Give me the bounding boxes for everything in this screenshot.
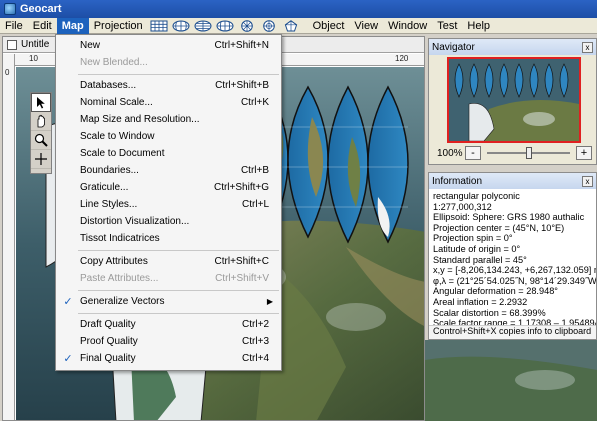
menu-item-generalize-vectors[interactable]: ✓ Generalize Vectors ▶ — [56, 293, 281, 310]
menu-separator — [78, 250, 279, 251]
app-title: Geocart — [20, 3, 62, 15]
navigator-title: Navigator — [432, 41, 475, 53]
menu-separator — [78, 74, 279, 75]
zoom-in-button[interactable]: + — [576, 146, 592, 160]
menu-item-databases[interactable]: Databases... Ctrl+Shift+B — [56, 77, 281, 94]
information-footer: Control+Shift+X copies info to clipboard — [429, 325, 596, 339]
ruler-label: 120 — [395, 54, 409, 63]
menu-item-boundaries[interactable]: Boundaries... Ctrl+B — [56, 162, 281, 179]
checkmark-icon: ✓ — [63, 353, 73, 365]
background-map-area — [425, 340, 597, 421]
menu-item-copy-attributes[interactable]: Copy Attributes Ctrl+Shift+C — [56, 253, 281, 270]
zoom-out-button[interactable]: - — [465, 146, 481, 160]
app-title-bar: Geocart — [0, 0, 597, 18]
menu-separator — [78, 290, 279, 291]
menu-item-line-styles[interactable]: Line Styles... Ctrl+L — [56, 196, 281, 213]
pentagon-projection-icon[interactable] — [280, 18, 302, 34]
info-line: Projection center = (45°N, 10°E) — [433, 222, 565, 233]
app-logo-icon — [4, 3, 16, 15]
menu-projection[interactable]: Projection — [89, 18, 148, 34]
menu-item-graticule[interactable]: Graticule... Ctrl+Shift+G — [56, 179, 281, 196]
navigator-pane: Navigator x 100% - + — [428, 38, 597, 165]
checkmark-icon: ✓ — [63, 296, 73, 308]
document-title: Untitle — [21, 39, 50, 50]
tool-palette — [30, 92, 52, 174]
info-line: Standard parallel = 45° — [433, 254, 527, 265]
map-menu-dropdown: New Ctrl+Shift+N New Blended... Databases… — [55, 34, 282, 371]
menu-help[interactable]: Help — [462, 18, 495, 34]
menu-item-new[interactable]: New Ctrl+Shift+N — [56, 37, 281, 54]
information-pane: Information x rectangular polyconic 1:27… — [428, 172, 597, 340]
menu-item-tissot-indicatrices[interactable]: Tissot Indicatrices — [56, 230, 281, 247]
close-icon[interactable]: x — [582, 175, 593, 187]
menu-item-paste-attributes: Paste Attributes... Ctrl+Shift+V — [80, 273, 269, 284]
menu-item-distortion-visualization[interactable]: Distortion Visualization... — [56, 213, 281, 230]
navigator-zoom-row: 100% - + — [437, 145, 592, 161]
navigator-title-bar[interactable]: Navigator x — [429, 39, 596, 55]
info-line: Projection spin = 0° — [433, 233, 513, 244]
information-title: Information — [432, 175, 483, 187]
info-line: Angular deformation = 28.948° — [433, 286, 558, 297]
menu-item-nominal-scale[interactable]: Nominal Scale... Ctrl+K — [56, 94, 281, 111]
menu-item-final-quality[interactable]: ✓ Final Quality Ctrl+4 — [56, 350, 281, 367]
navigator-thumbnail[interactable] — [447, 57, 581, 143]
submenu-arrow-icon: ▶ — [266, 297, 273, 306]
information-title-bar[interactable]: Information x — [429, 173, 596, 189]
zoom-level-label: 100% — [437, 147, 463, 159]
arrow-tool-icon[interactable] — [31, 93, 51, 112]
ellipse-projection-icon[interactable] — [170, 18, 192, 34]
menu-item-map-size[interactable]: Map Size and Resolution... — [56, 111, 281, 128]
menu-window[interactable]: Window — [383, 18, 432, 34]
zoom-tool-icon[interactable] — [31, 131, 51, 150]
info-line: Scalar distortion = 68.399% — [433, 307, 546, 318]
ellipse-projection-icon[interactable] — [214, 18, 236, 34]
menu-item-draft-quality[interactable]: Draft Quality Ctrl+2 — [56, 316, 281, 333]
circle-projection-icon[interactable] — [236, 18, 258, 34]
menu-file[interactable]: File — [0, 18, 28, 34]
menu-object[interactable]: Object — [308, 18, 350, 34]
ellipse-projection-icon[interactable] — [192, 18, 214, 34]
ruler-label: 10 — [29, 54, 38, 63]
hand-tool-icon[interactable] — [31, 112, 51, 131]
document-icon — [7, 39, 17, 50]
zoom-slider[interactable] — [487, 146, 570, 160]
info-line: x,y = [-8,206,134.243, +6,267,132.059] r — [433, 265, 596, 276]
info-line: Latitude of origin = 0° — [433, 243, 521, 254]
info-line: Areal inflation = 2.2932 — [433, 296, 528, 307]
menu-item-scale-to-document[interactable]: Scale to Document — [56, 145, 281, 162]
information-body: rectangular polyconic 1:277,000,312 Elli… — [429, 189, 596, 331]
menu-item-scale-to-window[interactable]: Scale to Window — [56, 128, 281, 145]
circle-projection-icon[interactable] — [258, 18, 280, 34]
menu-separator — [78, 313, 279, 314]
info-line: Ellipsoid: Sphere: GRS 1980 authalic — [433, 212, 585, 223]
info-line: φ,λ = (21°25´54.025˝N, 98°14´29.349˝W — [433, 275, 596, 286]
menu-test[interactable]: Test — [432, 18, 462, 34]
zoom-slider-thumb[interactable] — [525, 147, 532, 159]
close-icon[interactable]: x — [582, 41, 593, 53]
ruler-label: 0 — [5, 68, 10, 77]
info-line: rectangular polyconic — [433, 191, 520, 201]
menu-bar: File Edit Map Projection Object View Win… — [0, 17, 597, 34]
info-line: 1:277,000,312 — [433, 201, 492, 212]
menu-item-proof-quality[interactable]: Proof Quality Ctrl+3 — [56, 333, 281, 350]
menu-view[interactable]: View — [349, 18, 383, 34]
menu-item-new-blended: New Blended... — [80, 57, 148, 68]
menu-map[interactable]: Map — [56, 17, 89, 34]
crosshair-tool-icon[interactable] — [31, 150, 51, 169]
grid-projection-icon[interactable] — [148, 18, 170, 34]
menu-edit[interactable]: Edit — [28, 18, 57, 34]
ruler-left: 0 — [3, 54, 15, 420]
